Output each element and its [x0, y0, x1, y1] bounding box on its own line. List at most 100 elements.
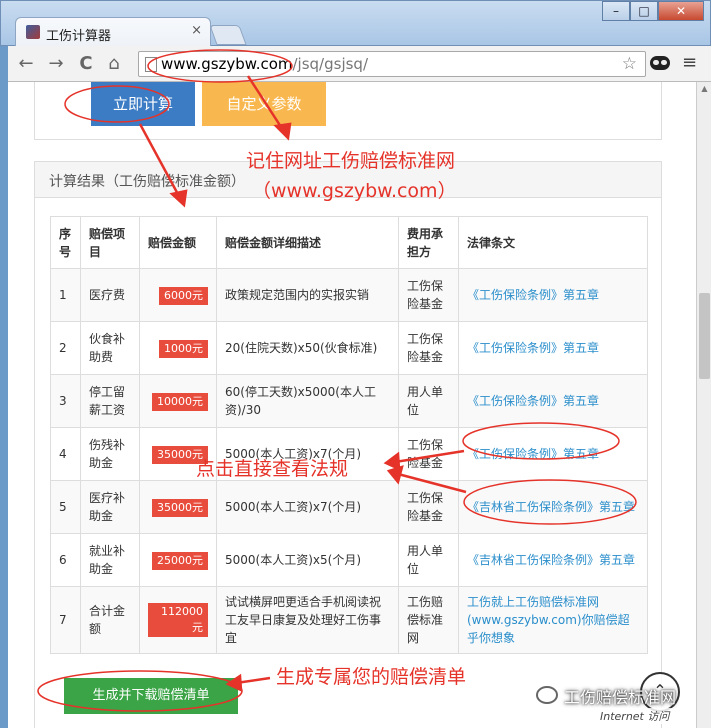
table-row: 4 伤残补助金 35000元 5000(本人工资)x7(个月) 工伤保险基金 《工伤保险条…	[50, 427, 648, 481]
extension-mask-icon[interactable]	[650, 56, 670, 70]
window-controls: – □ ✕	[602, 1, 704, 21]
amount-cell: 10000元	[139, 374, 217, 428]
minimize-button[interactable]: –	[602, 1, 630, 21]
remember-url-caption: 记住网址工伤赔偿标准网	[246, 150, 456, 172]
back-arrow-icon[interactable]: ←	[14, 52, 38, 76]
table-row: 3 停工留薪工资 10000元 60(停工天数)x5000(本人工资)/30 用人单位《…	[50, 374, 648, 428]
row-number: 6	[50, 533, 81, 587]
internet-access-badge: Internet 访问	[596, 708, 674, 724]
tab-close-icon[interactable]: ×	[191, 23, 202, 38]
compensation-item: 伙食补助费	[80, 321, 140, 375]
generate-download-button[interactable]: 生成并下载赔偿清单	[64, 678, 238, 714]
table-header-cell: 赔偿金额详细描述	[216, 216, 399, 269]
generate-list-caption: 生成专属您的赔偿清单	[276, 666, 467, 688]
reload-icon[interactable]: C	[74, 52, 98, 76]
row-number: 2	[50, 321, 81, 375]
amount-description: 20(住院天数)x50(伙食标准)	[216, 321, 399, 375]
bookmark-star-icon[interactable]: ☆	[622, 54, 637, 74]
url-text[interactable]: www.gszybw.com/jsq/gsjsq/	[161, 55, 368, 73]
result-panel: 计算结果（工伤赔偿标准金额） 序号 赔偿项目 赔偿金额 赔偿金额详细描述 费用承担方 法律…	[34, 161, 662, 728]
new-tab-button[interactable]	[209, 25, 247, 45]
page-icon	[145, 57, 157, 72]
site-favicon-icon	[26, 25, 40, 39]
amount-description: 5000(本人工资)x5(个月)	[216, 533, 399, 587]
payer-cell: 工伤保险基金	[398, 321, 459, 375]
table-row: 6 就业补助金 25000元 5000(本人工资)x5(个月) 用人单位 《吉林省工伤保险…	[50, 533, 648, 587]
amount-cell: 1000元	[139, 321, 217, 375]
browser-toolbar: ← → C ⌂ www.gszybw.com/jsq/gsjsq/ ☆ ≡	[8, 46, 711, 82]
vertical-scrollbar[interactable]: ▲	[696, 82, 711, 728]
amount-description: 5000(本人工资)x7(个月)	[216, 480, 399, 534]
row-number: 3	[50, 374, 81, 428]
compensation-item: 医疗补助金	[80, 480, 140, 534]
click-law-caption: 点击直接查看法规	[196, 458, 349, 480]
law-link[interactable]: 《工伤保险条例》第五章	[458, 427, 648, 481]
address-bar[interactable]: www.gszybw.com/jsq/gsjsq/ ☆	[138, 51, 646, 77]
amount-badge: 35000元	[152, 498, 208, 517]
amount-badge: 112000元	[148, 603, 208, 637]
amount-badge: 25000元	[152, 551, 208, 570]
amount-description: 政策规定范围内的实报实销	[216, 268, 399, 322]
table-row: 5 医疗补助金 35000元 5000(本人工资)x7(个月) 工伤保险基金 《吉林省工伤…	[50, 480, 648, 534]
remember-url-caption-2: （www.gszybw.com）	[252, 180, 457, 202]
amount-cell: 35000元	[139, 480, 217, 534]
amount-description: 60(停工天数)x5000(本人工资)/30	[216, 374, 399, 428]
browser-menu-icon[interactable]: ≡	[682, 52, 697, 73]
amount-cell: 25000元	[139, 533, 217, 587]
amount-description: 试试横屏吧更适合手机阅读祝工友早日康复及处理好工伤事宜	[216, 586, 399, 654]
table-row: 1 医疗费 6000元 政策规定范围内的实报实销 工伤保险基金 《工伤保险条例》第五章	[50, 268, 648, 322]
table-header-cell: 赔偿项目	[80, 216, 140, 269]
amount-cell: 112000元	[139, 586, 217, 654]
maximize-button[interactable]: □	[630, 1, 658, 21]
amount-badge: 1000元	[159, 339, 208, 358]
table-header-cell: 赔偿金额	[139, 216, 217, 269]
custom-params-button[interactable]: 自定义参数	[202, 82, 326, 126]
row-number: 7	[50, 586, 81, 654]
law-link[interactable]: 《吉林省工伤保险条例》第五章	[458, 533, 648, 587]
payer-cell: 工伤保险基金	[398, 427, 459, 481]
calculate-button[interactable]: 立即计算	[91, 82, 195, 126]
close-window-button[interactable]: ✕	[658, 1, 704, 21]
table-header-cell: 法律条文	[458, 216, 648, 269]
law-link[interactable]: 《工伤保险条例》第五章	[458, 374, 648, 428]
compensation-item: 停工留薪工资	[80, 374, 140, 428]
row-number: 4	[50, 427, 81, 481]
table-row: 2 伙食补助费 1000元 20(住院天数)x50(伙食标准) 工伤保险基金 《工伤保险条…	[50, 321, 648, 375]
payer-cell: 工伤赔偿标准网	[398, 586, 459, 654]
law-link[interactable]: 《工伤保险条例》第五章	[458, 268, 648, 322]
payer-cell: 工伤保险基金	[398, 480, 459, 534]
payer-cell: 用人单位	[398, 533, 459, 587]
window-titlebar: 工伤计算器 × – □ ✕	[0, 0, 711, 47]
watermark-text: 工伤赔偿标准网	[564, 688, 677, 707]
compensation-item: 伤残补助金	[80, 427, 140, 481]
compensation-item: 合计金额	[80, 586, 140, 654]
url-path: /jsq/gsjsq/	[292, 55, 369, 73]
row-number: 1	[50, 268, 81, 322]
row-number: 5	[50, 480, 81, 534]
scroll-up-icon[interactable]: ▲	[697, 84, 711, 93]
compensation-item: 就业补助金	[80, 533, 140, 587]
browser-tab[interactable]: 工伤计算器 ×	[15, 17, 211, 47]
calculator-form-panel: 立即计算 自定义参数	[34, 82, 662, 140]
home-icon[interactable]: ⌂	[102, 52, 126, 76]
payer-cell: 用人单位	[398, 374, 459, 428]
tab-title: 工伤计算器	[46, 29, 112, 44]
forward-arrow-icon[interactable]: →	[44, 52, 68, 76]
table-body: 1 医疗费 6000元 政策规定范围内的实报实销 工伤保险基金 《工伤保险条例》第五章 2 伙…	[50, 268, 648, 654]
payer-cell: 工伤保险基金	[398, 268, 459, 322]
scroll-thumb[interactable]	[699, 293, 710, 379]
wechat-icon	[536, 686, 558, 704]
table-row: 7 合计金额 112000元 试试横屏吧更适合手机阅读祝工友早日康复及处理好工伤事宜工…	[50, 586, 648, 654]
amount-cell: 6000元	[139, 268, 217, 322]
result-table: 序号 赔偿项目 赔偿金额 赔偿金额详细描述 费用承担方 法律条文 1 医疗费 6000元 政策规…	[50, 216, 648, 654]
law-link[interactable]: 工伤就上工伤赔偿标准网(www.gszybw.com)你赔偿超乎你想象	[458, 586, 648, 654]
law-link[interactable]: 《工伤保险条例》第五章	[458, 321, 648, 375]
table-header-row: 序号 赔偿项目 赔偿金额 赔偿金额详细描述 费用承担方 法律条文	[50, 216, 648, 269]
compensation-item: 医疗费	[80, 268, 140, 322]
table-header-cell: 费用承担方	[398, 216, 459, 269]
law-link[interactable]: 《吉林省工伤保险条例》第五章	[458, 480, 648, 534]
amount-badge: 10000元	[152, 392, 208, 411]
table-header-cell: 序号	[50, 216, 81, 269]
url-host: www.gszybw.com	[161, 55, 293, 73]
amount-badge: 6000元	[159, 286, 208, 305]
